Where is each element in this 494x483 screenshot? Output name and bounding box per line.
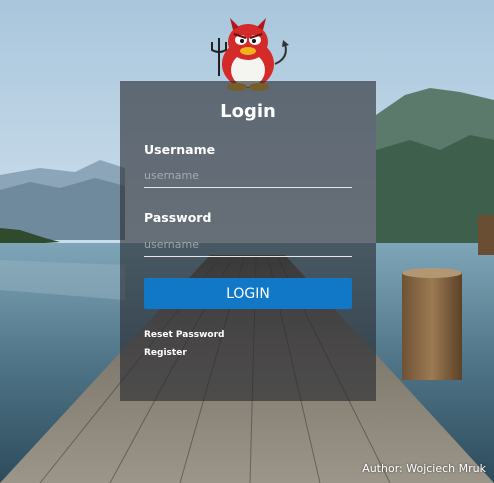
password-input[interactable] xyxy=(144,233,352,256)
login-title: Login xyxy=(220,101,276,122)
reset-password-link[interactable]: Reset Password xyxy=(144,330,224,340)
username-input[interactable] xyxy=(144,164,352,187)
password-field-wrapper xyxy=(144,233,352,257)
password-label: Password xyxy=(144,210,212,225)
login-button[interactable]: LOGIN xyxy=(144,278,352,309)
author-credit: Author: Wojciech Mruk xyxy=(362,462,486,475)
username-field-wrapper xyxy=(144,164,352,188)
login-panel: Login Username Password LOGIN Reset Pass… xyxy=(120,81,376,401)
register-link[interactable]: Register xyxy=(144,348,187,358)
username-label: Username xyxy=(144,142,216,157)
